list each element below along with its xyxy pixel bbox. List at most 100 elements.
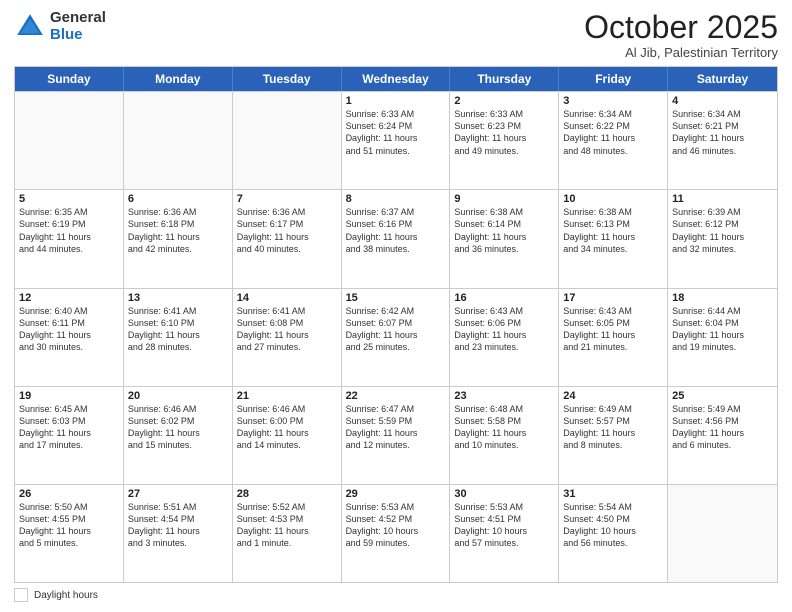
calendar-cell-13: 13Sunrise: 6:41 AM Sunset: 6:10 PM Dayli…	[124, 289, 233, 386]
day-number: 1	[346, 95, 446, 107]
calendar-cell-2: 2Sunrise: 6:33 AM Sunset: 6:23 PM Daylig…	[450, 92, 559, 189]
weekday-header-tuesday: Tuesday	[233, 67, 342, 91]
logo-blue-text: Blue	[50, 27, 106, 44]
calendar-cell-12: 12Sunrise: 6:40 AM Sunset: 6:11 PM Dayli…	[15, 289, 124, 386]
day-info: Sunrise: 6:33 AM Sunset: 6:23 PM Dayligh…	[454, 108, 554, 157]
day-info: Sunrise: 6:38 AM Sunset: 6:14 PM Dayligh…	[454, 206, 554, 255]
day-number: 19	[19, 390, 119, 402]
calendar-row-3: 19Sunrise: 6:45 AM Sunset: 6:03 PM Dayli…	[15, 386, 777, 484]
day-number: 25	[672, 390, 773, 402]
calendar-cell-9: 9Sunrise: 6:38 AM Sunset: 6:14 PM Daylig…	[450, 190, 559, 287]
day-number: 23	[454, 390, 554, 402]
calendar-cell-29: 29Sunrise: 5:53 AM Sunset: 4:52 PM Dayli…	[342, 485, 451, 582]
day-info: Sunrise: 6:46 AM Sunset: 6:00 PM Dayligh…	[237, 403, 337, 452]
calendar-cell-4: 4Sunrise: 6:34 AM Sunset: 6:21 PM Daylig…	[668, 92, 777, 189]
calendar-header: SundayMondayTuesdayWednesdayThursdayFrid…	[15, 67, 777, 91]
footer-label: Daylight hours	[34, 590, 98, 601]
calendar-cell-15: 15Sunrise: 6:42 AM Sunset: 6:07 PM Dayli…	[342, 289, 451, 386]
calendar-cell-25: 25Sunrise: 5:49 AM Sunset: 4:56 PM Dayli…	[668, 387, 777, 484]
calendar-cell-empty-2	[233, 92, 342, 189]
day-info: Sunrise: 6:41 AM Sunset: 6:10 PM Dayligh…	[128, 305, 228, 354]
day-number: 30	[454, 488, 554, 500]
day-info: Sunrise: 6:33 AM Sunset: 6:24 PM Dayligh…	[346, 108, 446, 157]
day-number: 24	[563, 390, 663, 402]
calendar-cell-21: 21Sunrise: 6:46 AM Sunset: 6:00 PM Dayli…	[233, 387, 342, 484]
header: General Blue October 2025 Al Jib, Palest…	[14, 10, 778, 60]
calendar-cell-empty-0	[15, 92, 124, 189]
calendar-cell-8: 8Sunrise: 6:37 AM Sunset: 6:16 PM Daylig…	[342, 190, 451, 287]
day-number: 18	[672, 292, 773, 304]
calendar-row-4: 26Sunrise: 5:50 AM Sunset: 4:55 PM Dayli…	[15, 484, 777, 582]
calendar-cell-22: 22Sunrise: 6:47 AM Sunset: 5:59 PM Dayli…	[342, 387, 451, 484]
day-number: 3	[563, 95, 663, 107]
day-info: Sunrise: 6:46 AM Sunset: 6:02 PM Dayligh…	[128, 403, 228, 452]
title-block: October 2025 Al Jib, Palestinian Territo…	[584, 10, 778, 60]
day-number: 4	[672, 95, 773, 107]
day-info: Sunrise: 6:39 AM Sunset: 6:12 PM Dayligh…	[672, 206, 773, 255]
day-info: Sunrise: 6:38 AM Sunset: 6:13 PM Dayligh…	[563, 206, 663, 255]
day-number: 7	[237, 193, 337, 205]
day-info: Sunrise: 5:51 AM Sunset: 4:54 PM Dayligh…	[128, 501, 228, 550]
day-number: 22	[346, 390, 446, 402]
day-info: Sunrise: 6:41 AM Sunset: 6:08 PM Dayligh…	[237, 305, 337, 354]
day-number: 28	[237, 488, 337, 500]
day-number: 17	[563, 292, 663, 304]
calendar-row-0: 1Sunrise: 6:33 AM Sunset: 6:24 PM Daylig…	[15, 91, 777, 189]
day-number: 9	[454, 193, 554, 205]
calendar-row-2: 12Sunrise: 6:40 AM Sunset: 6:11 PM Dayli…	[15, 288, 777, 386]
day-info: Sunrise: 5:53 AM Sunset: 4:52 PM Dayligh…	[346, 501, 446, 550]
day-number: 21	[237, 390, 337, 402]
day-info: Sunrise: 5:50 AM Sunset: 4:55 PM Dayligh…	[19, 501, 119, 550]
weekday-header-wednesday: Wednesday	[342, 67, 451, 91]
day-number: 27	[128, 488, 228, 500]
day-number: 29	[346, 488, 446, 500]
weekday-header-thursday: Thursday	[450, 67, 559, 91]
logo-icon	[14, 11, 46, 43]
calendar-cell-6: 6Sunrise: 6:36 AM Sunset: 6:18 PM Daylig…	[124, 190, 233, 287]
day-info: Sunrise: 6:48 AM Sunset: 5:58 PM Dayligh…	[454, 403, 554, 452]
day-info: Sunrise: 5:52 AM Sunset: 4:53 PM Dayligh…	[237, 501, 337, 550]
day-info: Sunrise: 6:44 AM Sunset: 6:04 PM Dayligh…	[672, 305, 773, 354]
day-number: 8	[346, 193, 446, 205]
calendar-cell-16: 16Sunrise: 6:43 AM Sunset: 6:06 PM Dayli…	[450, 289, 559, 386]
calendar-cell-30: 30Sunrise: 5:53 AM Sunset: 4:51 PM Dayli…	[450, 485, 559, 582]
weekday-header-monday: Monday	[124, 67, 233, 91]
day-number: 10	[563, 193, 663, 205]
logo-text: General Blue	[50, 10, 106, 43]
calendar-cell-10: 10Sunrise: 6:38 AM Sunset: 6:13 PM Dayli…	[559, 190, 668, 287]
calendar-cell-31: 31Sunrise: 5:54 AM Sunset: 4:50 PM Dayli…	[559, 485, 668, 582]
weekday-header-saturday: Saturday	[668, 67, 777, 91]
day-number: 31	[563, 488, 663, 500]
calendar-row-1: 5Sunrise: 6:35 AM Sunset: 6:19 PM Daylig…	[15, 189, 777, 287]
calendar-body: 1Sunrise: 6:33 AM Sunset: 6:24 PM Daylig…	[15, 91, 777, 582]
calendar-cell-17: 17Sunrise: 6:43 AM Sunset: 6:05 PM Dayli…	[559, 289, 668, 386]
day-number: 11	[672, 193, 773, 205]
logo-general-text: General	[50, 10, 106, 27]
day-number: 15	[346, 292, 446, 304]
calendar-cell-18: 18Sunrise: 6:44 AM Sunset: 6:04 PM Dayli…	[668, 289, 777, 386]
logo: General Blue	[14, 10, 106, 43]
calendar-cell-5: 5Sunrise: 6:35 AM Sunset: 6:19 PM Daylig…	[15, 190, 124, 287]
footer-note: Daylight hours	[14, 588, 778, 602]
day-info: Sunrise: 6:47 AM Sunset: 5:59 PM Dayligh…	[346, 403, 446, 452]
calendar-cell-1: 1Sunrise: 6:33 AM Sunset: 6:24 PM Daylig…	[342, 92, 451, 189]
footer-box	[14, 588, 28, 602]
day-info: Sunrise: 6:42 AM Sunset: 6:07 PM Dayligh…	[346, 305, 446, 354]
calendar-cell-14: 14Sunrise: 6:41 AM Sunset: 6:08 PM Dayli…	[233, 289, 342, 386]
calendar-cell-19: 19Sunrise: 6:45 AM Sunset: 6:03 PM Dayli…	[15, 387, 124, 484]
calendar-cell-7: 7Sunrise: 6:36 AM Sunset: 6:17 PM Daylig…	[233, 190, 342, 287]
calendar-cell-20: 20Sunrise: 6:46 AM Sunset: 6:02 PM Dayli…	[124, 387, 233, 484]
location: Al Jib, Palestinian Territory	[584, 45, 778, 60]
day-number: 6	[128, 193, 228, 205]
calendar-cell-24: 24Sunrise: 6:49 AM Sunset: 5:57 PM Dayli…	[559, 387, 668, 484]
day-info: Sunrise: 6:35 AM Sunset: 6:19 PM Dayligh…	[19, 206, 119, 255]
month-title: October 2025	[584, 10, 778, 45]
day-info: Sunrise: 6:49 AM Sunset: 5:57 PM Dayligh…	[563, 403, 663, 452]
day-number: 12	[19, 292, 119, 304]
day-info: Sunrise: 5:54 AM Sunset: 4:50 PM Dayligh…	[563, 501, 663, 550]
weekday-header-friday: Friday	[559, 67, 668, 91]
calendar-cell-27: 27Sunrise: 5:51 AM Sunset: 4:54 PM Dayli…	[124, 485, 233, 582]
day-number: 2	[454, 95, 554, 107]
calendar-cell-empty-6	[668, 485, 777, 582]
day-info: Sunrise: 5:53 AM Sunset: 4:51 PM Dayligh…	[454, 501, 554, 550]
